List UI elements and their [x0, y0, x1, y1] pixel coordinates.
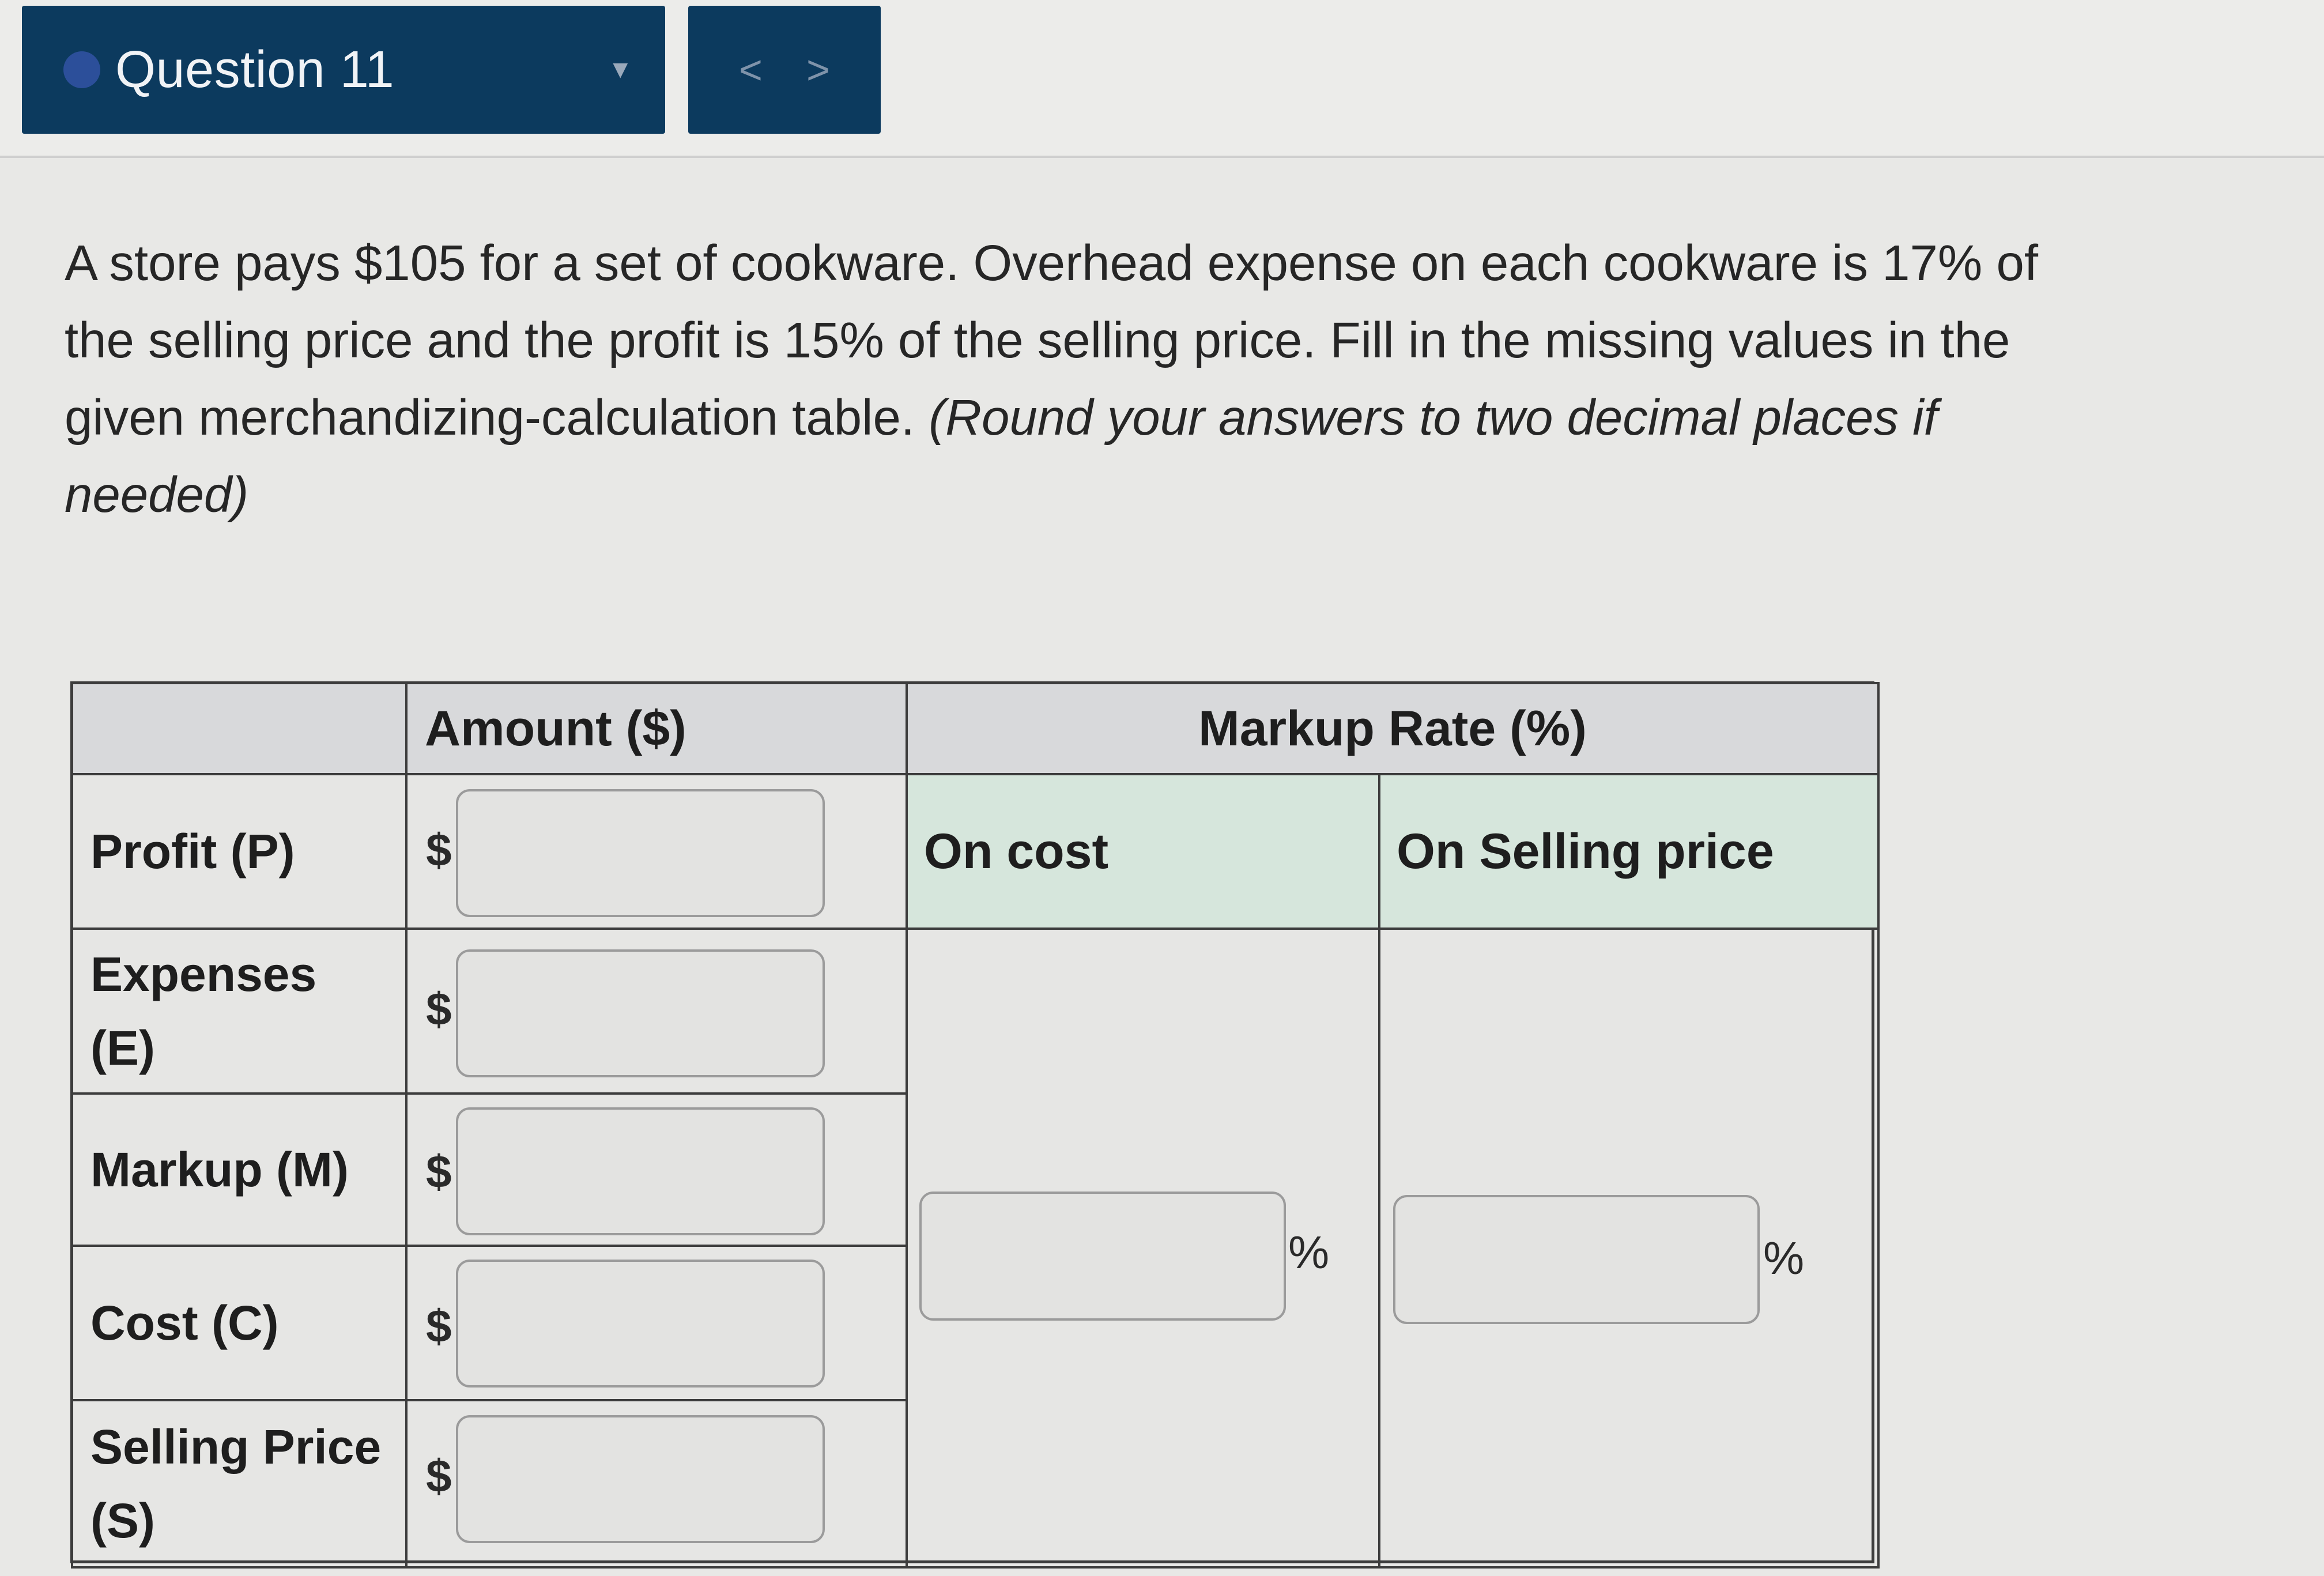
row-label-cost: Cost (C)	[71, 1245, 408, 1401]
question-number-label: Question 11	[115, 40, 395, 99]
currency-symbol: $	[426, 1300, 452, 1352]
previous-question-button[interactable]: <	[739, 47, 763, 93]
row-label-markup: Markup (M)	[71, 1092, 408, 1247]
corner-header-cell	[71, 682, 408, 775]
row-label-selling-price: Selling Price (S)	[71, 1399, 408, 1569]
selling-price-amount-input[interactable]	[456, 1415, 825, 1543]
row-label-profit: Profit (P)	[71, 773, 408, 930]
cost-amount-input[interactable]	[456, 1260, 825, 1388]
question-nav: < >	[688, 6, 881, 134]
expenses-amount-input[interactable]	[456, 949, 825, 1077]
question-toolbar: Question 11 ▼ < >	[0, 0, 2324, 158]
question-status-dot	[63, 51, 100, 88]
question-selector[interactable]: Question 11 ▼	[22, 6, 665, 134]
markup-rate-on-selling-input[interactable]	[1393, 1195, 1760, 1324]
markup-rate-column-header: Markup Rate (%)	[906, 682, 1880, 775]
on-cost-subheader: On cost	[906, 773, 1380, 930]
currency-symbol: $	[426, 983, 452, 1035]
percent-symbol: %	[1288, 1227, 1330, 1278]
currency-symbol: $	[426, 1450, 452, 1502]
next-question-button[interactable]: >	[806, 47, 830, 93]
question-text: A store pays $105 for a set of cookware.…	[65, 225, 2105, 534]
merchandising-table: Amount ($) Markup Rate (%) On cost On Se…	[70, 681, 1880, 1569]
currency-symbol: $	[426, 824, 452, 876]
percent-symbol: %	[1763, 1232, 1805, 1284]
currency-symbol: $	[426, 1146, 452, 1197]
amount-column-header: Amount ($)	[405, 682, 908, 775]
chevron-down-icon[interactable]: ▼	[608, 55, 633, 84]
markup-rate-on-cost-input[interactable]	[919, 1192, 1286, 1321]
profit-amount-input[interactable]	[456, 789, 825, 917]
row-label-expenses: Expenses (E)	[71, 927, 408, 1095]
on-selling-price-subheader: On Selling price	[1378, 773, 1880, 930]
markup-amount-input[interactable]	[456, 1107, 825, 1235]
